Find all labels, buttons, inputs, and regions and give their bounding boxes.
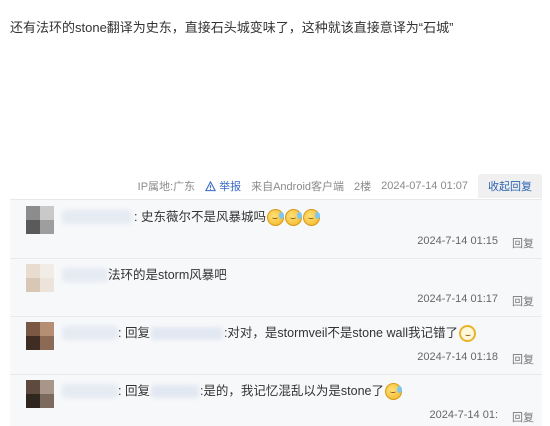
reply-time: 2024-7-14 01:18 — [417, 351, 498, 363]
reply-button[interactable]: 回复 — [512, 293, 534, 309]
watermark-logo — [452, 390, 536, 420]
floor-number: 2楼 — [354, 181, 372, 193]
username-blurred[interactable] — [62, 210, 132, 224]
mentioned-user-blurred[interactable] — [150, 384, 199, 398]
tear-emoji-icon — [284, 208, 302, 226]
post-meta-bar: IP属地:广东 举报 来自Android客户端 2楼 2024-07-14 01… — [138, 173, 542, 199]
avatar[interactable] — [26, 380, 54, 408]
sub-reply-item: 法环的是storm风暴吧 2024-7-14 01:17 回复 — [10, 258, 542, 317]
username-blurred[interactable] — [62, 268, 108, 282]
reply-content: : 史东薇尔不是风暴城吗 — [134, 210, 266, 224]
sub-reply-item: : 史东薇尔不是风暴城吗 2024-7-14 01:15 回复 — [10, 200, 542, 259]
avatar[interactable] — [26, 206, 54, 234]
reply-button[interactable]: 回复 — [512, 235, 534, 251]
report-label: 举报 — [219, 181, 242, 193]
post-content: 还有法环的stone翻译为史东，直接石头城变味了，这种就该直接意译为“石城” — [10, 20, 454, 35]
reply-content: :是的，我记忆混乱以为是stone了 — [199, 384, 385, 398]
reply-content: :对对，是stormveil不是stone wall我记错了 — [223, 326, 459, 340]
mentioned-user-blurred[interactable] — [150, 326, 223, 340]
post-time: 2024-07-14 01:07 — [381, 180, 468, 192]
client-source[interactable]: 来自Android客户端 — [251, 178, 344, 194]
reply-text: : 回复 :对对，是stormveil不是stone wall我记错了 — [118, 323, 477, 343]
reply-prefix: : 回复 — [118, 326, 150, 340]
warning-icon — [205, 180, 217, 191]
sub-reply-panel: : 史东薇尔不是风暴城吗 2024-7-14 01:15 回复 法环的是stor… — [10, 199, 542, 426]
reply-time: 2024-7-14 01:17 — [417, 293, 498, 305]
reply-text: 法环的是storm风暴吧 — [108, 265, 227, 285]
reply-prefix: : 回复 — [118, 384, 150, 398]
username-blurred[interactable] — [62, 326, 118, 340]
reply-content: 法环的是storm风暴吧 — [108, 268, 227, 282]
reply-footer: 2024-7-14 01:15 回复 — [417, 235, 534, 251]
report-button[interactable]: 举报 — [205, 178, 241, 194]
username-blurred[interactable] — [62, 384, 118, 398]
laugh-emoji-icon — [385, 382, 403, 400]
reply-time: 2024-7-14 01:15 — [417, 235, 498, 247]
reply-footer: 2024-7-14 01:17 回复 — [417, 293, 534, 309]
tear-emoji-icon — [266, 208, 284, 226]
reply-button[interactable]: 回复 — [512, 351, 534, 367]
tear-emoji-icon — [302, 208, 320, 226]
ip-location: IP属地:广东 — [137, 181, 196, 193]
avatar[interactable] — [26, 322, 54, 350]
reply-text: : 史东薇尔不是风暴城吗 — [134, 207, 320, 227]
ring-emoji-icon — [459, 324, 477, 342]
avatar[interactable] — [26, 264, 54, 292]
reply-footer: 2024-7-14 01:18 回复 — [417, 351, 534, 367]
collapse-replies-button[interactable]: 收起回复 — [478, 174, 542, 198]
sub-reply-item: : 回复 :对对，是stormveil不是stone wall我记错了 2024… — [10, 316, 542, 375]
reply-text: : 回复 :是的，我记忆混乱以为是stone了 — [118, 381, 403, 401]
